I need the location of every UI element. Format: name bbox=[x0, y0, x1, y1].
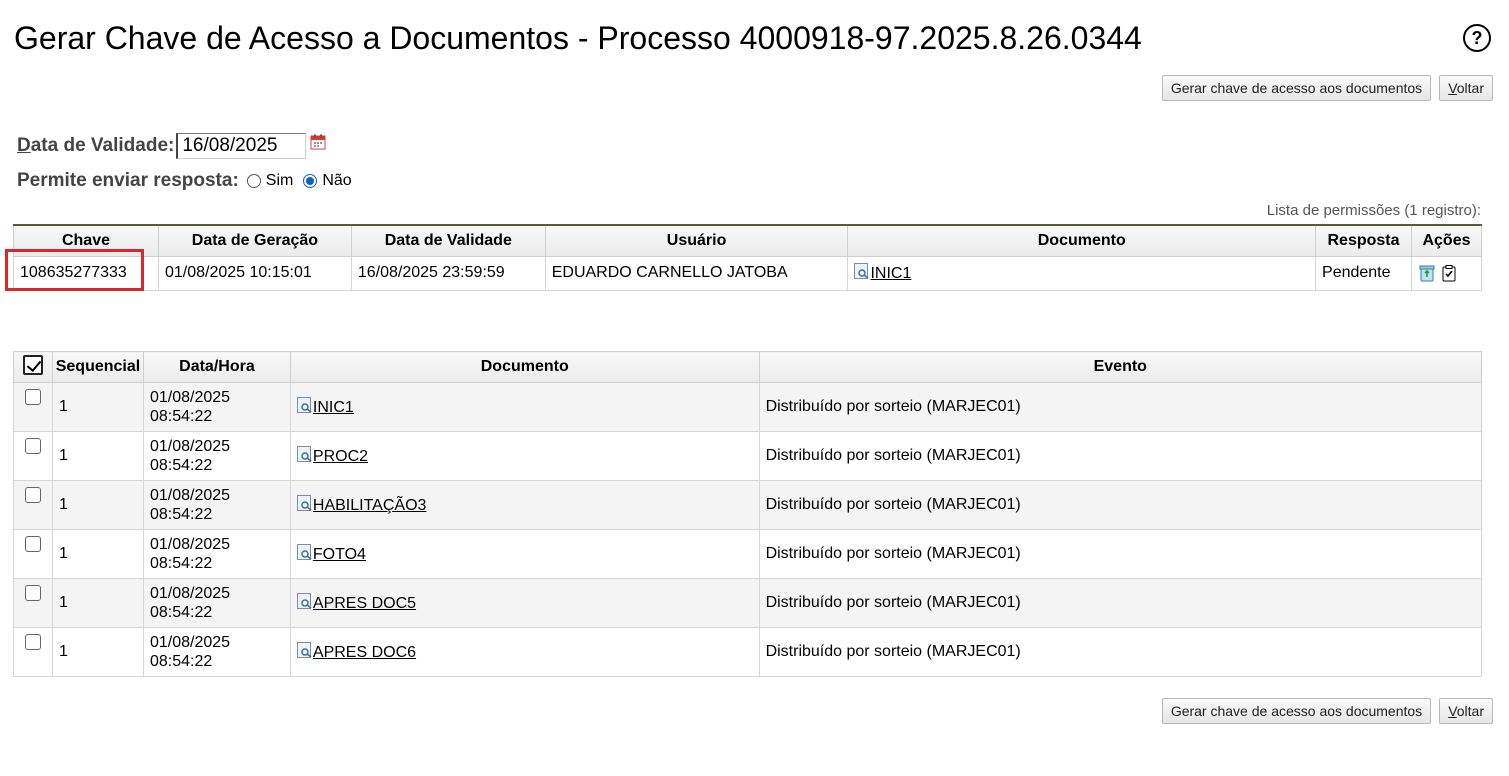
row-checkbox[interactable] bbox=[25, 585, 41, 601]
document-link[interactable]: FOTO4 bbox=[313, 546, 366, 563]
reply-option-sim[interactable]: Sim bbox=[246, 172, 293, 190]
row-document: FOTO4 bbox=[289, 529, 760, 579]
radio-sim[interactable] bbox=[246, 174, 261, 188]
col-data-geracao: Data de Geração bbox=[157, 224, 352, 257]
permissions-table: Chave Data de Geração Data de Validade U… bbox=[5, 224, 1483, 291]
col-resposta: Resposta bbox=[1315, 224, 1412, 257]
row-seq: 1 bbox=[51, 627, 144, 677]
reply-status: Pendente bbox=[1315, 255, 1412, 291]
row-seq: 1 bbox=[51, 480, 144, 530]
valid-until-date: 16/08/2025 23:59:59 bbox=[350, 255, 546, 291]
validity-row: Data de Validade: bbox=[17, 133, 326, 159]
row-checkbox[interactable] bbox=[25, 536, 41, 552]
row-seq: 1 bbox=[51, 529, 144, 579]
actions-cell bbox=[1410, 255, 1483, 291]
row-document: APRES DOC5 bbox=[289, 578, 760, 628]
row-checkbox[interactable] bbox=[25, 389, 41, 405]
bottom-button-bar: Gerar chave de acesso aos documentos Vol… bbox=[1161, 698, 1493, 724]
reply-label: Permite enviar resposta: bbox=[17, 170, 239, 191]
validity-date-input[interactable] bbox=[176, 133, 307, 159]
select-all-cell bbox=[13, 351, 53, 383]
clipboard-check-icon[interactable] bbox=[1440, 264, 1458, 282]
user-name: EDUARDO CARNELLO JATOBA bbox=[544, 255, 849, 291]
radio-nao[interactable] bbox=[303, 174, 318, 188]
row-event: Distribuído por sorteio (MARJEC01) bbox=[758, 627, 1483, 677]
document-link[interactable]: APRES DOC6 bbox=[313, 644, 416, 661]
col-data-validade: Data de Validade bbox=[350, 224, 546, 257]
page-title: Gerar Chave de Acesso a Documentos - Pro… bbox=[14, 20, 1142, 56]
generated-date: 01/08/2025 10:15:01 bbox=[157, 255, 352, 291]
row-document: APRES DOC6 bbox=[289, 627, 760, 677]
row-document: INIC1 bbox=[289, 382, 760, 432]
recycle-icon[interactable] bbox=[1418, 264, 1436, 282]
table-row: 1 01/08/2025 08:54:22 APRES DOC5 Distribu… bbox=[13, 578, 1483, 628]
documents-header-row: Sequencial Data/Hora Documento Evento bbox=[13, 351, 1483, 383]
row-seq: 1 bbox=[51, 382, 144, 432]
top-button-bar: Gerar chave de acesso aos documentos Vol… bbox=[1161, 75, 1493, 101]
documents-table: Sequencial Data/Hora Documento Evento 1 … bbox=[13, 351, 1483, 677]
row-datetime: 01/08/2025 08:54:22 bbox=[142, 480, 291, 530]
document-preview-icon bbox=[296, 593, 312, 609]
generate-key-button-bottom[interactable]: Gerar chave de acesso aos documentos bbox=[1161, 698, 1432, 724]
row-datetime: 01/08/2025 08:54:22 bbox=[142, 382, 291, 432]
table-row: 1 01/08/2025 08:54:22 PROC2 Distribuído p… bbox=[13, 431, 1483, 481]
col-documento: Documento bbox=[289, 351, 760, 383]
row-event: Distribuído por sorteio (MARJEC01) bbox=[758, 431, 1483, 481]
permission-document-link[interactable]: INIC1 bbox=[870, 265, 911, 282]
permission-row: 108635277333 01/08/2025 10:15:01 16/08/2… bbox=[5, 248, 1483, 291]
reply-option-nao[interactable]: Não bbox=[303, 172, 352, 190]
back-button-bottom[interactable]: Voltar bbox=[1439, 698, 1493, 724]
generate-key-button-top[interactable]: Gerar chave de acesso aos documentos bbox=[1161, 75, 1432, 101]
row-datetime: 01/08/2025 08:54:22 bbox=[142, 529, 291, 579]
row-checkbox[interactable] bbox=[25, 487, 41, 503]
row-datetime: 01/08/2025 08:54:22 bbox=[142, 578, 291, 628]
row-datetime: 01/08/2025 08:54:22 bbox=[142, 627, 291, 677]
col-data-hora: Data/Hora bbox=[142, 351, 291, 383]
row-document: HABILITAÇÃO3 bbox=[289, 480, 760, 530]
permissions-caption: Lista de permissões (1 registro): bbox=[1266, 202, 1481, 219]
document-preview-icon bbox=[296, 642, 312, 658]
help-icon[interactable]: ? bbox=[1463, 24, 1491, 52]
row-datetime: 01/08/2025 08:54:22 bbox=[142, 431, 291, 481]
document-preview-icon bbox=[296, 544, 312, 560]
table-row: 1 01/08/2025 08:54:22 FOTO4 Distribuído p… bbox=[13, 529, 1483, 579]
row-event: Distribuído por sorteio (MARJEC01) bbox=[758, 578, 1483, 628]
row-seq: 1 bbox=[51, 578, 144, 628]
document-link[interactable]: PROC2 bbox=[313, 448, 368, 465]
document-link[interactable]: INIC1 bbox=[313, 399, 354, 416]
col-acoes: Ações bbox=[1410, 224, 1483, 257]
row-checkbox[interactable] bbox=[25, 634, 41, 650]
col-evento: Evento bbox=[758, 351, 1483, 383]
permissions-header-row: Chave Data de Geração Data de Validade U… bbox=[13, 224, 1483, 257]
validity-label: Data de Validade: bbox=[17, 135, 175, 156]
document-preview-icon bbox=[296, 495, 312, 511]
document-link[interactable]: HABILITAÇÃO3 bbox=[313, 497, 427, 514]
row-event: Distribuído por sorteio (MARJEC01) bbox=[758, 480, 1483, 530]
calendar-icon[interactable] bbox=[310, 134, 326, 150]
row-event: Distribuído por sorteio (MARJEC01) bbox=[758, 382, 1483, 432]
row-checkbox[interactable] bbox=[25, 438, 41, 454]
table-row: 1 01/08/2025 08:54:22 INIC1 Distribuído p… bbox=[13, 382, 1483, 432]
col-usuario: Usuário bbox=[544, 224, 849, 257]
row-document: PROC2 bbox=[289, 431, 760, 481]
table-row: 1 01/08/2025 08:54:22 APRES DOC6 Distribu… bbox=[13, 627, 1483, 677]
access-key-cell: 108635277333 bbox=[5, 248, 159, 291]
row-event: Distribuído por sorteio (MARJEC01) bbox=[758, 529, 1483, 579]
col-documento: Documento bbox=[847, 224, 1317, 257]
permission-document-cell: INIC1 bbox=[847, 255, 1317, 291]
col-chave: Chave bbox=[13, 224, 159, 257]
access-key: 108635277333 bbox=[20, 264, 127, 281]
document-preview-icon bbox=[854, 263, 869, 279]
document-preview-icon bbox=[296, 446, 312, 462]
select-all-checkbox[interactable] bbox=[22, 354, 43, 375]
row-seq: 1 bbox=[51, 431, 144, 481]
col-sequencial: Sequencial bbox=[51, 351, 144, 383]
back-button-top[interactable]: Voltar bbox=[1439, 75, 1493, 101]
table-row: 1 01/08/2025 08:54:22 HABILITAÇÃO3 Distri… bbox=[13, 480, 1483, 530]
document-link[interactable]: APRES DOC5 bbox=[313, 595, 416, 612]
document-preview-icon bbox=[296, 397, 312, 413]
reply-row: Permite enviar resposta: Sim Não bbox=[17, 170, 352, 192]
